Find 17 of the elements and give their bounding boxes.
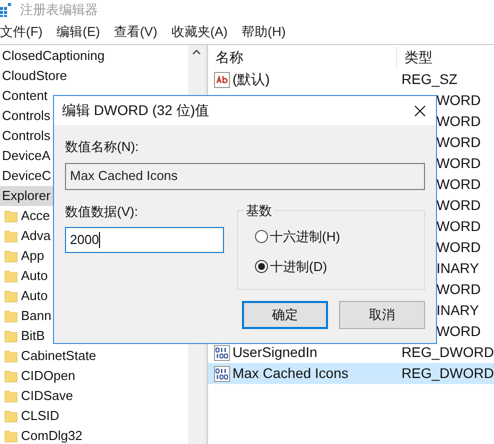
value-type: REG_SZ	[401, 70, 458, 89]
value-name: (默认)	[232, 70, 270, 89]
dialog-title: 编辑 DWORD (32 位)值	[62, 101, 209, 120]
value-type: WORD	[436, 91, 481, 110]
value-name: UserSignedIn	[232, 343, 318, 362]
value-name: Max Cached Icons	[232, 364, 348, 383]
value-type: REG_DWORD	[401, 343, 494, 362]
window-title: 注册表编辑器	[20, 1, 98, 20]
value-type: WORD	[436, 322, 481, 341]
value-type: REG_DWORD	[401, 364, 494, 383]
value-type: WORD	[436, 154, 481, 173]
value-type: WORD	[436, 175, 481, 194]
field-label: 数值数据(V):	[65, 202, 139, 221]
value-type: WORD	[436, 133, 481, 152]
value-type: WORD	[436, 280, 481, 299]
field-label: 数值名称(N):	[65, 138, 140, 156]
value-type: WORD	[436, 112, 481, 131]
